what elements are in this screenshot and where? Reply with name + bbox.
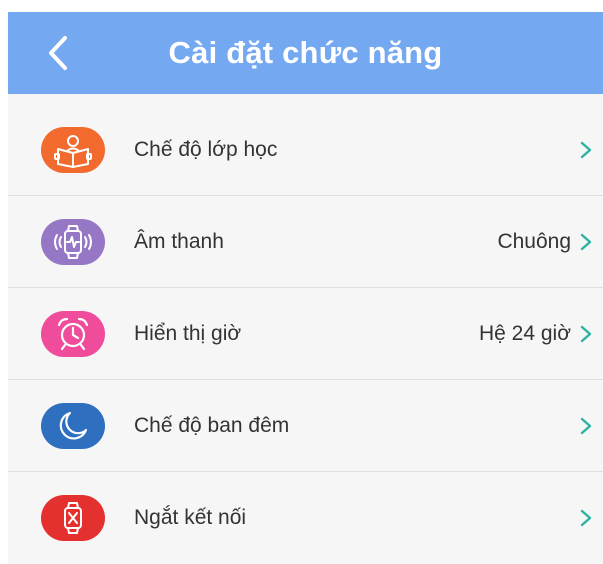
row-label: Chế độ lớp học <box>134 138 278 161</box>
row-value: Chuông <box>497 230 571 253</box>
chevron-right-icon <box>580 417 592 435</box>
time-display-row[interactable]: Hiển thị giờ Hệ 24 giờ <box>8 288 603 380</box>
chevron-right-icon <box>580 141 592 159</box>
header-bar: Cài đặt chức năng <box>8 12 603 94</box>
settings-screen: Cài đặt chức năng Chế độ lớp học Âm than… <box>8 12 603 564</box>
chevron-right-icon <box>580 509 592 527</box>
back-button[interactable] <box>38 32 78 74</box>
reading-person-icon <box>41 127 105 173</box>
classroom-mode-row[interactable]: Chế độ lớp học <box>8 104 603 196</box>
vibrating-watch-icon <box>41 219 105 265</box>
night-mode-row[interactable]: Chế độ ban đêm <box>8 380 603 472</box>
back-chevron-icon <box>49 36 67 70</box>
row-label: Hiển thị giờ <box>134 322 242 345</box>
disconnect-row[interactable]: Ngắt kết nối <box>8 472 603 564</box>
sound-row[interactable]: Âm thanh Chuông <box>8 196 603 288</box>
row-label: Chế độ ban đêm <box>134 414 290 437</box>
moon-icon <box>41 403 105 449</box>
alarm-clock-icon <box>41 311 105 357</box>
disconnect-watch-icon <box>41 495 105 541</box>
chevron-right-icon <box>580 233 592 251</box>
row-value: Hệ 24 giờ <box>479 322 571 345</box>
page-title: Cài đặt chức năng <box>168 35 443 70</box>
row-label: Âm thanh <box>134 230 224 253</box>
row-label: Ngắt kết nối <box>134 506 247 529</box>
chevron-right-icon <box>580 325 592 343</box>
settings-list: Chế độ lớp học Âm thanh Chuông Hiển thị … <box>8 104 603 564</box>
